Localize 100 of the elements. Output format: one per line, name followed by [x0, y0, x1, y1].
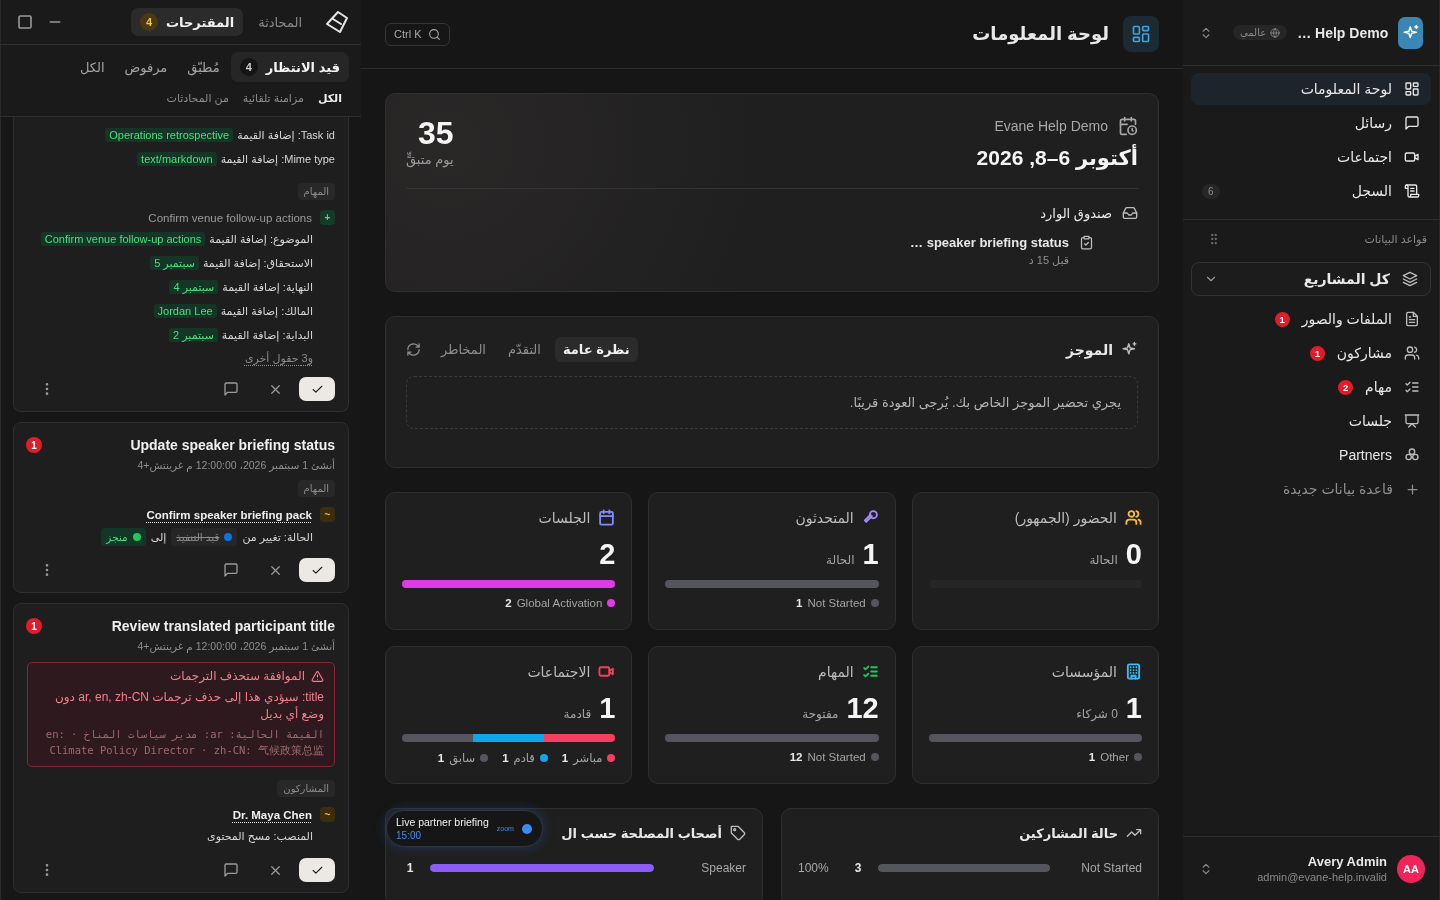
stat-title: المؤسسات: [1051, 663, 1117, 680]
new-status: منجز: [101, 528, 146, 546]
section-label: المهام: [297, 480, 335, 497]
workspace-name[interactable]: Help Demo …: [1297, 24, 1389, 41]
stat-label: الحالة: [826, 553, 855, 567]
nav-item[interactable]: لوحة المعلومات: [1191, 73, 1431, 105]
status-filter[interactable]: مُطبّق: [178, 52, 229, 82]
digest-title: الموجز: [1065, 341, 1113, 358]
change-title[interactable]: Confirm venue follow-up actions: [148, 211, 312, 224]
stat-value: 1: [1125, 692, 1142, 725]
user-name: Avery Admin: [1306, 854, 1387, 869]
source-filter[interactable]: الكل: [312, 90, 347, 107]
dashboard-icon: [1404, 81, 1420, 97]
alert-badge: 2: [1338, 379, 1354, 395]
message-icon: [1404, 115, 1420, 131]
search-button[interactable]: Ctrl K: [385, 22, 450, 46]
change-label: الحالة: تغيير من: [242, 530, 313, 544]
more-fields-link[interactable]: و3 حقول أخرى: [244, 352, 335, 365]
approve-button[interactable]: [299, 558, 335, 582]
nav-item[interactable]: اجتماعات: [1191, 141, 1431, 173]
stat-label: مفتوحة: [802, 707, 839, 721]
comment-icon: [223, 562, 239, 578]
stat-title: المتحدثون: [795, 509, 854, 526]
inbox-time: قبل 15 د: [1027, 254, 1069, 267]
user-email: admin@evane-help.invalid: [1257, 871, 1387, 883]
legend-label: سابق: [449, 751, 476, 765]
new-database-button[interactable]: قاعدة بيانات جديدة: [1183, 472, 1439, 506]
plus-icon: [1405, 481, 1420, 497]
change-joiner: إلى: [150, 530, 167, 544]
source-filter[interactable]: مزامنة تلقائية: [237, 90, 309, 107]
card-title: Review translated participant title: [111, 618, 335, 634]
legend-label: مباشر: [573, 751, 603, 765]
created-date: أنشئ 1 سبتمبر 2026، 12:00:00 م غرينتش+4: [136, 459, 335, 471]
created-date: أنشئ 1 سبتمبر 2026، 12:00:00 م غرينتش+4: [136, 640, 335, 652]
status-filter[interactable]: مرفوض: [115, 52, 177, 82]
event-dates: أكتوبر 6–8, 2026: [976, 146, 1138, 170]
stat-label: قادمة: [563, 707, 592, 721]
stat-title: الجلسات: [538, 509, 591, 526]
meeting-title: Live partner briefing: [396, 816, 489, 828]
section-label: المهام: [297, 183, 335, 200]
stat-label: الحالة: [1089, 553, 1118, 567]
database-item[interactable]: جلسات: [1183, 404, 1439, 438]
page-title: لوحة المعلومات: [972, 23, 1109, 45]
search-icon: [427, 27, 441, 41]
inbox-item[interactable]: speaker briefing status …: [910, 235, 1069, 250]
nav-item[interactable]: رسائل: [1191, 107, 1431, 139]
alert-badge: 1: [26, 618, 42, 634]
digest-tab[interactable]: نظرة عامة: [554, 337, 638, 362]
legend-label: Other: [1100, 751, 1129, 763]
row-count: 1: [405, 861, 415, 875]
legend-count: 1: [502, 752, 509, 764]
calendar-icon: [1118, 116, 1138, 136]
database-item[interactable]: Partners: [1183, 438, 1439, 472]
status-filter[interactable]: الكل: [70, 52, 114, 82]
file-icon: [1404, 311, 1420, 327]
card-title: حالة المشاركين: [1019, 825, 1118, 841]
comment-icon: [223, 862, 239, 878]
days-count: 35: [417, 116, 454, 150]
comment-icon: [223, 381, 239, 397]
project-picker[interactable]: كل المشاريع: [1191, 262, 1431, 296]
square-icon[interactable]: [17, 14, 33, 30]
layers-icon: [1402, 271, 1418, 287]
globe-icon: [1270, 27, 1281, 38]
stat-value: 12: [846, 692, 879, 725]
row-share: 100%: [798, 861, 830, 875]
change-title[interactable]: Dr. Maya Chen: [232, 808, 312, 821]
users-icon: [1404, 345, 1420, 361]
source-filter[interactable]: من المحادثات: [161, 90, 234, 107]
logo-icon[interactable]: [325, 10, 349, 34]
digest-message: يجري تحضير الموجز الخاص بك. يُرجى العودة قريبًا.: [406, 376, 1138, 429]
refresh-icon[interactable]: [406, 342, 421, 357]
days-label: يوم متبقٍّ: [406, 152, 454, 167]
change-title[interactable]: Confirm speaker briefing pack: [146, 508, 312, 521]
video-icon: [1404, 149, 1420, 165]
field-line: الاستحقاق: إضافة القيمة سبتمبر 5: [27, 254, 335, 273]
approve-button[interactable]: [299, 377, 335, 401]
inbox-label: صندوق الوارد: [1040, 205, 1112, 221]
live-dot: [521, 823, 532, 834]
presentation-icon: [1404, 413, 1420, 429]
scroll-icon: [1404, 183, 1420, 199]
digest-tab[interactable]: المخاطر: [433, 337, 494, 362]
clipboard-check-icon: [1079, 235, 1094, 250]
stat-value: 0: [1125, 538, 1142, 571]
approve-button[interactable]: [299, 858, 335, 882]
section-label: المشاركون: [277, 780, 335, 797]
circles-icon: [1404, 447, 1420, 463]
user-avatar: AA: [1397, 854, 1425, 883]
count-badge: 4: [239, 58, 258, 76]
inbox-icon: [1122, 205, 1138, 221]
row-label: Speaker: [700, 861, 746, 875]
digest-tab[interactable]: التقدّم: [499, 337, 549, 362]
legend-count: 12: [789, 751, 803, 763]
tag-icon: [730, 825, 746, 841]
scope-badge: عالمي: [1233, 25, 1288, 40]
field-line: المنصب: مسح المحتوى: [206, 829, 314, 845]
row-count: 3: [853, 861, 863, 875]
legend-label: قادم: [513, 751, 535, 765]
panel-tab[interactable]: المحادثة: [249, 9, 311, 35]
stat-label: 0 شركاء: [1076, 707, 1118, 721]
legend-count: 1: [437, 752, 445, 764]
